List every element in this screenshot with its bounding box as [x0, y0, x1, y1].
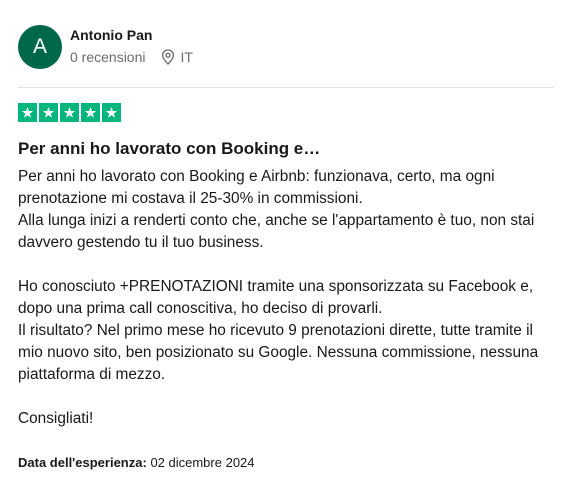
- review-paragraph: Consigliati!: [18, 410, 94, 427]
- avatar-initial: A: [32, 35, 47, 58]
- experience-date-value: 02 dicembre 2024: [150, 455, 255, 470]
- experience-date: Data dell'esperienza: 02 dicembre 2024: [18, 455, 255, 470]
- star-rating: [18, 103, 123, 122]
- review-paragraph: Ho conosciuto +PRENOTAZIONI tramite una …: [18, 278, 539, 383]
- review-paragraph: Per anni ho lavorato con Booking e Airbn…: [18, 168, 535, 251]
- reviewer-header: A Antonio Pan 0 recensioni IT: [18, 25, 193, 69]
- star-icon: [102, 103, 121, 122]
- review-title[interactable]: Per anni ho lavorato con Booking e…: [18, 138, 320, 160]
- reviewer-info: Antonio Pan 0 recensioni IT: [70, 26, 193, 65]
- review-body: Per anni ho lavorato con Booking e Airbn…: [18, 166, 558, 430]
- reviewer-meta: 0 recensioni IT: [70, 49, 193, 65]
- star-icon: [81, 103, 100, 122]
- reviews-count: 0 recensioni: [70, 49, 146, 65]
- reviewer-name[interactable]: Antonio Pan: [70, 26, 193, 44]
- country-code: IT: [180, 49, 193, 65]
- review-card: A Antonio Pan 0 recensioni IT Per anni h…: [0, 0, 572, 481]
- reviewer-location: IT: [161, 49, 193, 65]
- avatar[interactable]: A: [18, 25, 62, 69]
- star-icon: [18, 103, 37, 122]
- star-icon: [60, 103, 79, 122]
- experience-date-label: Data dell'esperienza:: [18, 455, 147, 470]
- divider: [18, 87, 554, 88]
- star-icon: [39, 103, 58, 122]
- map-pin-icon: [161, 49, 174, 65]
